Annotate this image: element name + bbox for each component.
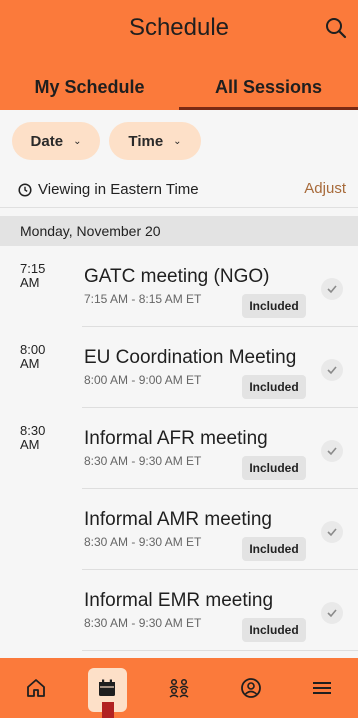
day-header: Monday, November 20 [0, 216, 358, 246]
add-to-schedule-button[interactable] [321, 602, 343, 624]
page-title: Schedule [128, 14, 230, 41]
session-item[interactable]: 8:30 AM Informal AFR meeting 8:30 AM - 9… [0, 408, 358, 489]
session-item[interactable]: 7:15 AM GATC meeting (NGO) 7:15 AM - 8:1… [0, 246, 358, 327]
add-to-schedule-button[interactable] [321, 521, 343, 543]
checkmark-icon [327, 609, 337, 618]
nav-profile[interactable] [215, 658, 287, 718]
checkmark-icon [327, 285, 337, 294]
people-icon [169, 678, 189, 698]
nav-home[interactable] [0, 658, 72, 718]
session-time-range: 7:15 AM - 8:15 AM ET [84, 292, 202, 306]
nav-menu[interactable] [286, 658, 358, 718]
schedule-tabs: My Schedule All Sessions [0, 64, 358, 110]
add-to-schedule-button[interactable] [321, 278, 343, 300]
session-list: 7:15 AM GATC meeting (NGO) 7:15 AM - 8:1… [0, 246, 358, 651]
session-title: EU Coordination Meeting [84, 347, 297, 368]
tab-all-sessions[interactable]: All Sessions [179, 64, 358, 110]
included-badge: Included [242, 456, 306, 480]
included-badge: Included [242, 618, 306, 642]
calendar-icon [99, 679, 116, 696]
session-start-time: 7:15 AM [20, 261, 46, 290]
included-badge: Included [242, 537, 306, 561]
nav-people[interactable] [143, 658, 215, 718]
date-filter-chip[interactable]: Date ⌄ [12, 122, 100, 160]
divider [82, 650, 358, 651]
date-filter-label: Date [30, 132, 64, 150]
time-filter-chip[interactable]: Time ⌄ [109, 122, 201, 160]
session-item[interactable]: Informal AMR meeting 8:30 AM - 9:30 AM E… [0, 489, 358, 570]
timezone-text: Viewing in Eastern Time [38, 181, 199, 198]
checkmark-icon [327, 447, 337, 456]
checkmark-icon [327, 366, 337, 375]
timezone-row: Viewing in Eastern Time Adjust [0, 172, 358, 208]
clock-icon [18, 182, 32, 197]
nav-schedule[interactable] [72, 658, 144, 718]
session-item[interactable]: Informal EMR meeting 8:30 AM - 9:30 AM E… [0, 570, 358, 651]
session-title: GATC meeting (NGO) [84, 266, 270, 287]
tab-my-schedule[interactable]: My Schedule [0, 64, 179, 110]
chevron-down-icon: ⌄ [173, 135, 182, 147]
time-filter-label: Time [128, 132, 164, 150]
session-title: Informal AMR meeting [84, 509, 272, 530]
session-time-range: 8:30 AM - 9:30 AM ET [84, 535, 202, 549]
session-time-range: 8:00 AM - 9:00 AM ET [84, 373, 202, 387]
included-badge: Included [242, 294, 306, 318]
checkmark-icon [327, 528, 337, 537]
session-time-range: 8:30 AM - 9:30 AM ET [84, 454, 202, 468]
session-start-time: 8:30 AM [20, 423, 46, 452]
home-icon [26, 679, 45, 697]
session-time-range: 8:30 AM - 9:30 AM ET [84, 616, 202, 630]
chevron-down-icon: ⌄ [73, 135, 82, 147]
filter-bar: Date ⌄ Time ⌄ [0, 110, 358, 172]
session-title: Informal AFR meeting [84, 428, 268, 449]
search-button[interactable] [322, 14, 350, 42]
session-title: Informal EMR meeting [84, 590, 274, 611]
profile-icon [240, 678, 261, 698]
adjust-timezone-link[interactable]: Adjust [304, 180, 346, 197]
session-start-time: 8:00 AM [20, 342, 46, 371]
search-icon [326, 18, 347, 39]
add-to-schedule-button[interactable] [321, 359, 343, 381]
add-to-schedule-button[interactable] [321, 440, 343, 462]
included-badge: Included [242, 375, 306, 399]
menu-icon [313, 682, 332, 694]
bottom-nav [0, 658, 358, 718]
app-header: Schedule My Schedule All Sessions [0, 0, 358, 110]
session-item[interactable]: 8:00 AM EU Coordination Meeting 8:00 AM … [0, 327, 358, 408]
active-nav-marker [101, 702, 114, 718]
